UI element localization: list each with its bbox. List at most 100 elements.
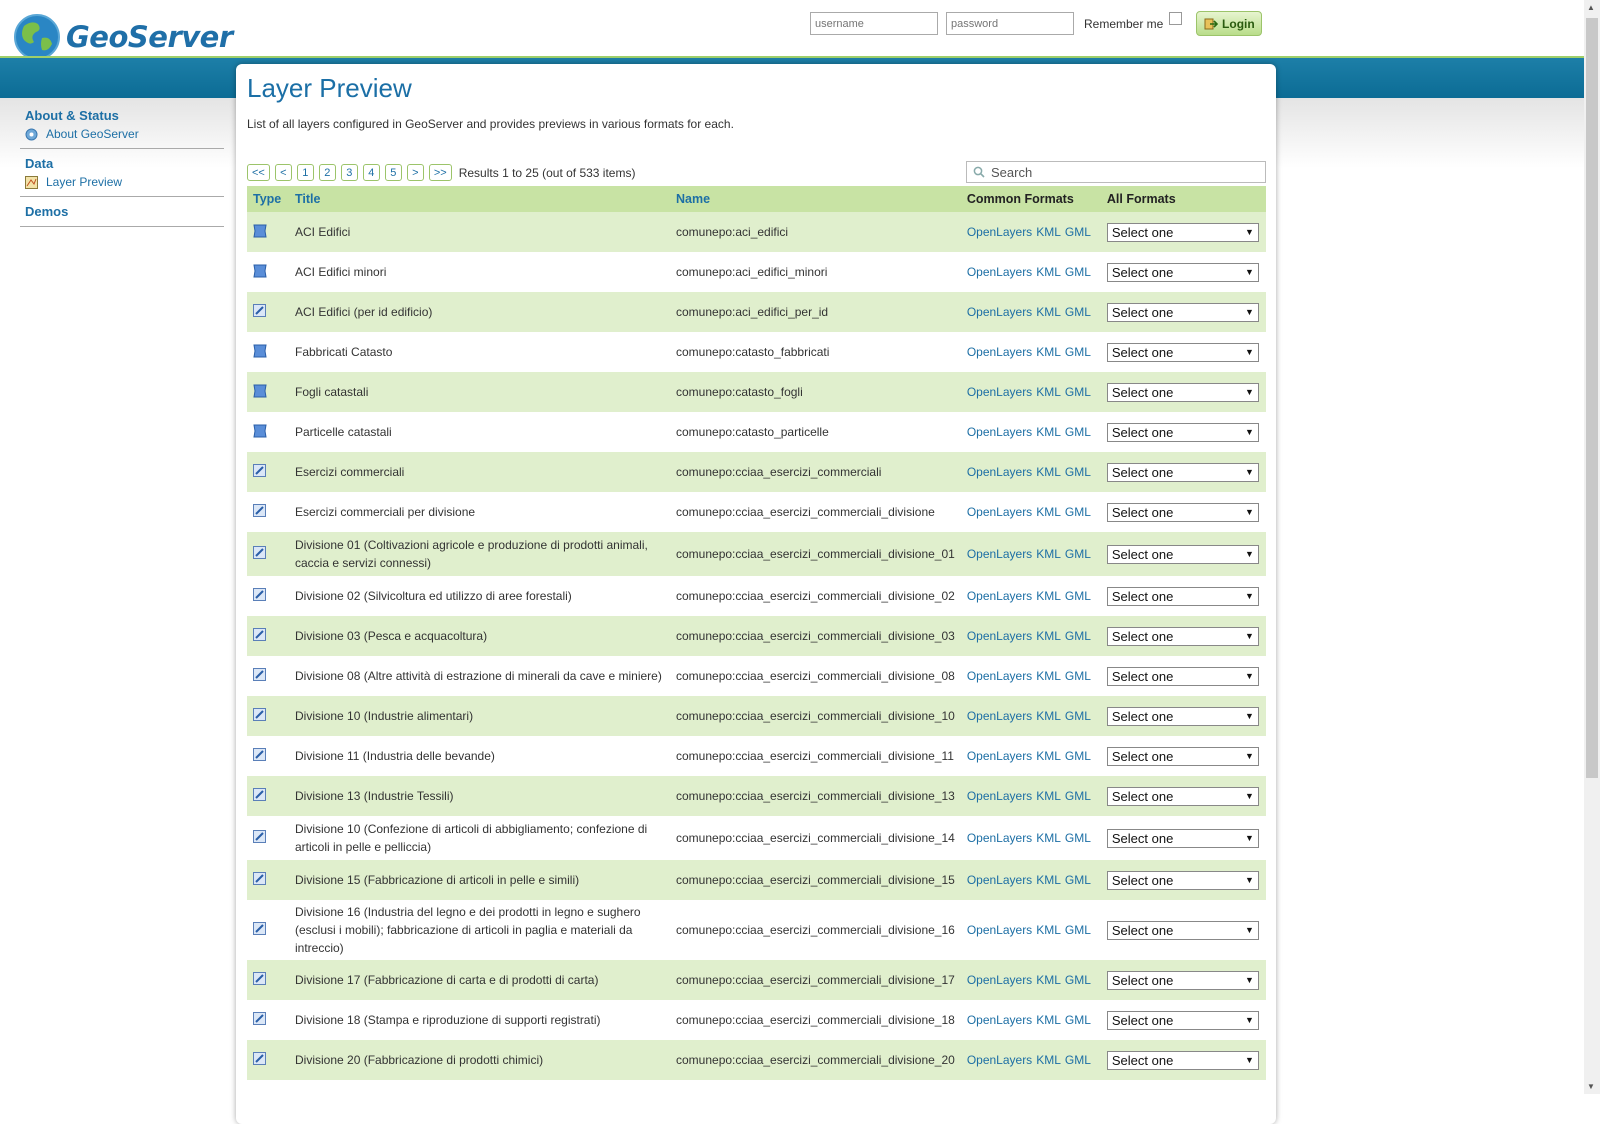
format-link-openlayers[interactable]: OpenLayers xyxy=(967,873,1032,887)
format-link-kml[interactable]: KML xyxy=(1036,873,1061,887)
sidebar-item-about-geoserver[interactable]: About GeoServer xyxy=(25,127,224,141)
remember-me-checkbox[interactable] xyxy=(1169,12,1183,25)
format-link-kml[interactable]: KML xyxy=(1036,385,1061,399)
format-link-kml[interactable]: KML xyxy=(1036,629,1061,643)
format-link-kml[interactable]: KML xyxy=(1036,749,1061,763)
format-link-openlayers[interactable]: OpenLayers xyxy=(967,425,1032,439)
format-link-gml[interactable]: GML xyxy=(1065,225,1091,239)
format-link-openlayers[interactable]: OpenLayers xyxy=(967,1053,1032,1067)
format-select[interactable]: Select one ▼ xyxy=(1106,462,1259,482)
format-link-kml[interactable]: KML xyxy=(1036,225,1061,239)
format-link-gml[interactable]: GML xyxy=(1065,831,1091,845)
format-link-gml[interactable]: GML xyxy=(1065,923,1091,937)
format-link-kml[interactable]: KML xyxy=(1036,305,1061,319)
format-link-gml[interactable]: GML xyxy=(1065,629,1091,643)
format-link-kml[interactable]: KML xyxy=(1036,831,1061,845)
format-select[interactable]: Select one ▼ xyxy=(1106,422,1259,442)
format-link-gml[interactable]: GML xyxy=(1065,1013,1091,1027)
format-link-kml[interactable]: KML xyxy=(1036,1013,1061,1027)
username-field[interactable] xyxy=(810,12,938,35)
format-link-gml[interactable]: GML xyxy=(1065,385,1091,399)
format-link-kml[interactable]: KML xyxy=(1036,669,1061,683)
pager-last-button[interactable]: >> xyxy=(428,164,452,181)
format-link-gml[interactable]: GML xyxy=(1065,749,1091,763)
format-select[interactable]: Select one ▼ xyxy=(1106,786,1259,806)
pager-page-3[interactable]: 3 xyxy=(340,164,358,181)
format-link-gml[interactable]: GML xyxy=(1065,973,1091,987)
login-button[interactable]: Login xyxy=(1196,11,1263,36)
format-link-openlayers[interactable]: OpenLayers xyxy=(967,589,1032,603)
format-select[interactable]: Select one ▼ xyxy=(1106,302,1259,322)
format-link-openlayers[interactable]: OpenLayers xyxy=(967,465,1032,479)
format-link-gml[interactable]: GML xyxy=(1065,465,1091,479)
sidebar-heading-demos[interactable]: Demos xyxy=(25,204,224,219)
scrollbar-thumb[interactable] xyxy=(1586,18,1598,778)
scrollbar[interactable]: ▲ ▼ xyxy=(1584,0,1600,1094)
format-link-openlayers[interactable]: OpenLayers xyxy=(967,385,1032,399)
format-link-kml[interactable]: KML xyxy=(1036,465,1061,479)
format-link-kml[interactable]: KML xyxy=(1036,923,1061,937)
pager-page-5[interactable]: 5 xyxy=(384,164,402,181)
format-link-openlayers[interactable]: OpenLayers xyxy=(967,789,1032,803)
format-link-gml[interactable]: GML xyxy=(1065,505,1091,519)
format-link-openlayers[interactable]: OpenLayers xyxy=(967,973,1032,987)
format-link-gml[interactable]: GML xyxy=(1065,265,1091,279)
format-link-gml[interactable]: GML xyxy=(1065,547,1091,561)
format-select[interactable]: Select one ▼ xyxy=(1106,626,1259,646)
search-input[interactable]: Search xyxy=(966,161,1266,183)
pager-page-2[interactable]: 2 xyxy=(318,164,336,181)
format-link-kml[interactable]: KML xyxy=(1036,709,1061,723)
pager-prev-button[interactable]: < xyxy=(274,164,292,181)
pager-page-1[interactable]: 1 xyxy=(296,164,314,181)
scroll-down-icon[interactable]: ▼ xyxy=(1587,1082,1595,1091)
pager-page-4[interactable]: 4 xyxy=(362,164,380,181)
format-select[interactable]: Select one ▼ xyxy=(1106,746,1259,766)
format-link-kml[interactable]: KML xyxy=(1036,425,1061,439)
format-select[interactable]: Select one ▼ xyxy=(1106,382,1259,402)
format-select[interactable]: Select one ▼ xyxy=(1106,828,1259,848)
format-link-gml[interactable]: GML xyxy=(1065,589,1091,603)
format-select[interactable]: Select one ▼ xyxy=(1106,342,1259,362)
format-link-openlayers[interactable]: OpenLayers xyxy=(967,669,1032,683)
format-link-openlayers[interactable]: OpenLayers xyxy=(967,1013,1032,1027)
format-link-gml[interactable]: GML xyxy=(1065,1053,1091,1067)
format-select[interactable]: Select one ▼ xyxy=(1106,970,1259,990)
format-link-kml[interactable]: KML xyxy=(1036,547,1061,561)
format-select[interactable]: Select one ▼ xyxy=(1106,1050,1259,1070)
format-link-openlayers[interactable]: OpenLayers xyxy=(967,629,1032,643)
password-field[interactable] xyxy=(946,12,1074,35)
sidebar-item-layer-preview[interactable]: Layer Preview xyxy=(25,175,224,189)
format-link-gml[interactable]: GML xyxy=(1065,305,1091,319)
format-select[interactable]: Select one ▼ xyxy=(1106,262,1259,282)
format-select[interactable]: Select one ▼ xyxy=(1106,706,1259,726)
format-select[interactable]: Select one ▼ xyxy=(1106,544,1259,564)
format-link-openlayers[interactable]: OpenLayers xyxy=(967,505,1032,519)
col-type[interactable]: Type xyxy=(247,186,289,212)
format-link-gml[interactable]: GML xyxy=(1065,345,1091,359)
format-link-openlayers[interactable]: OpenLayers xyxy=(967,265,1032,279)
col-name[interactable]: Name xyxy=(670,186,961,212)
format-link-gml[interactable]: GML xyxy=(1065,789,1091,803)
format-select[interactable]: Select one ▼ xyxy=(1106,1010,1259,1030)
format-select[interactable]: Select one ▼ xyxy=(1106,920,1259,940)
format-link-openlayers[interactable]: OpenLayers xyxy=(967,831,1032,845)
pager-next-button[interactable]: > xyxy=(406,164,424,181)
format-select[interactable]: Select one ▼ xyxy=(1106,586,1259,606)
pager-first-button[interactable]: << xyxy=(247,164,270,181)
format-link-openlayers[interactable]: OpenLayers xyxy=(967,345,1032,359)
format-select[interactable]: Select one ▼ xyxy=(1106,666,1259,686)
format-link-kml[interactable]: KML xyxy=(1036,1053,1061,1067)
format-link-openlayers[interactable]: OpenLayers xyxy=(967,923,1032,937)
format-link-openlayers[interactable]: OpenLayers xyxy=(967,749,1032,763)
format-link-openlayers[interactable]: OpenLayers xyxy=(967,225,1032,239)
format-link-openlayers[interactable]: OpenLayers xyxy=(967,547,1032,561)
format-link-kml[interactable]: KML xyxy=(1036,265,1061,279)
col-title[interactable]: Title xyxy=(289,186,670,212)
format-link-gml[interactable]: GML xyxy=(1065,709,1091,723)
format-link-gml[interactable]: GML xyxy=(1065,873,1091,887)
format-link-gml[interactable]: GML xyxy=(1065,669,1091,683)
geoserver-logo[interactable]: GeoServer xyxy=(12,12,233,62)
format-link-kml[interactable]: KML xyxy=(1036,345,1061,359)
format-link-openlayers[interactable]: OpenLayers xyxy=(967,709,1032,723)
format-link-kml[interactable]: KML xyxy=(1036,589,1061,603)
